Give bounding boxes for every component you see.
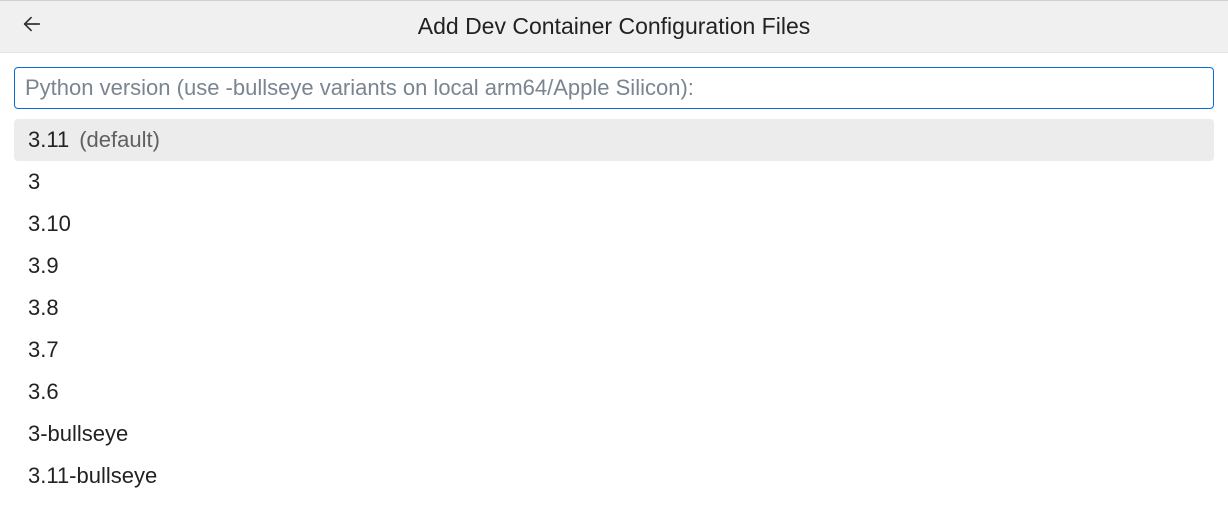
list-item[interactable]: 3.6 <box>14 371 1214 413</box>
list-item[interactable]: 3 <box>14 161 1214 203</box>
list-item-label: 3.11 <box>28 127 69 153</box>
list-item[interactable]: 3.11-bullseye <box>14 455 1214 497</box>
list-item[interactable]: 3.8 <box>14 287 1214 329</box>
list-item[interactable]: 3.11 (default) <box>14 119 1214 161</box>
quickpick-title: Add Dev Container Configuration Files <box>16 13 1212 40</box>
list-item-label: 3.8 <box>28 295 59 321</box>
list-item-label: 3.7 <box>28 337 59 363</box>
arrow-left-icon <box>21 13 43 40</box>
list-item[interactable]: 3-bullseye <box>14 413 1214 455</box>
list-item[interactable]: 3.10 <box>14 203 1214 245</box>
quickpick-panel: Add Dev Container Configuration Files 3.… <box>0 0 1228 526</box>
list-item-label: 3 <box>28 169 40 195</box>
quickpick-body: 3.11 (default) 3 3.10 3.9 3.8 3.7 3.6 3-bullseye… <box>0 53 1228 526</box>
list-item-label: 3.9 <box>28 253 59 279</box>
back-button[interactable] <box>18 13 46 41</box>
quickpick-header: Add Dev Container Configuration Files <box>0 1 1228 53</box>
list-item-label: 3-bullseye <box>28 421 128 447</box>
options-list: 3.11 (default) 3 3.10 3.9 3.8 3.7 3.6 3-bullseye… <box>14 119 1214 526</box>
list-item[interactable]: 3.7 <box>14 329 1214 371</box>
list-item-label: 3.10 <box>28 211 71 237</box>
list-item-detail: (default) <box>79 127 160 153</box>
search-input[interactable] <box>14 67 1214 109</box>
list-item-label: 3.11-bullseye <box>28 463 157 489</box>
list-item-label: 3.6 <box>28 379 59 405</box>
list-item[interactable]: 3.9 <box>14 245 1214 287</box>
